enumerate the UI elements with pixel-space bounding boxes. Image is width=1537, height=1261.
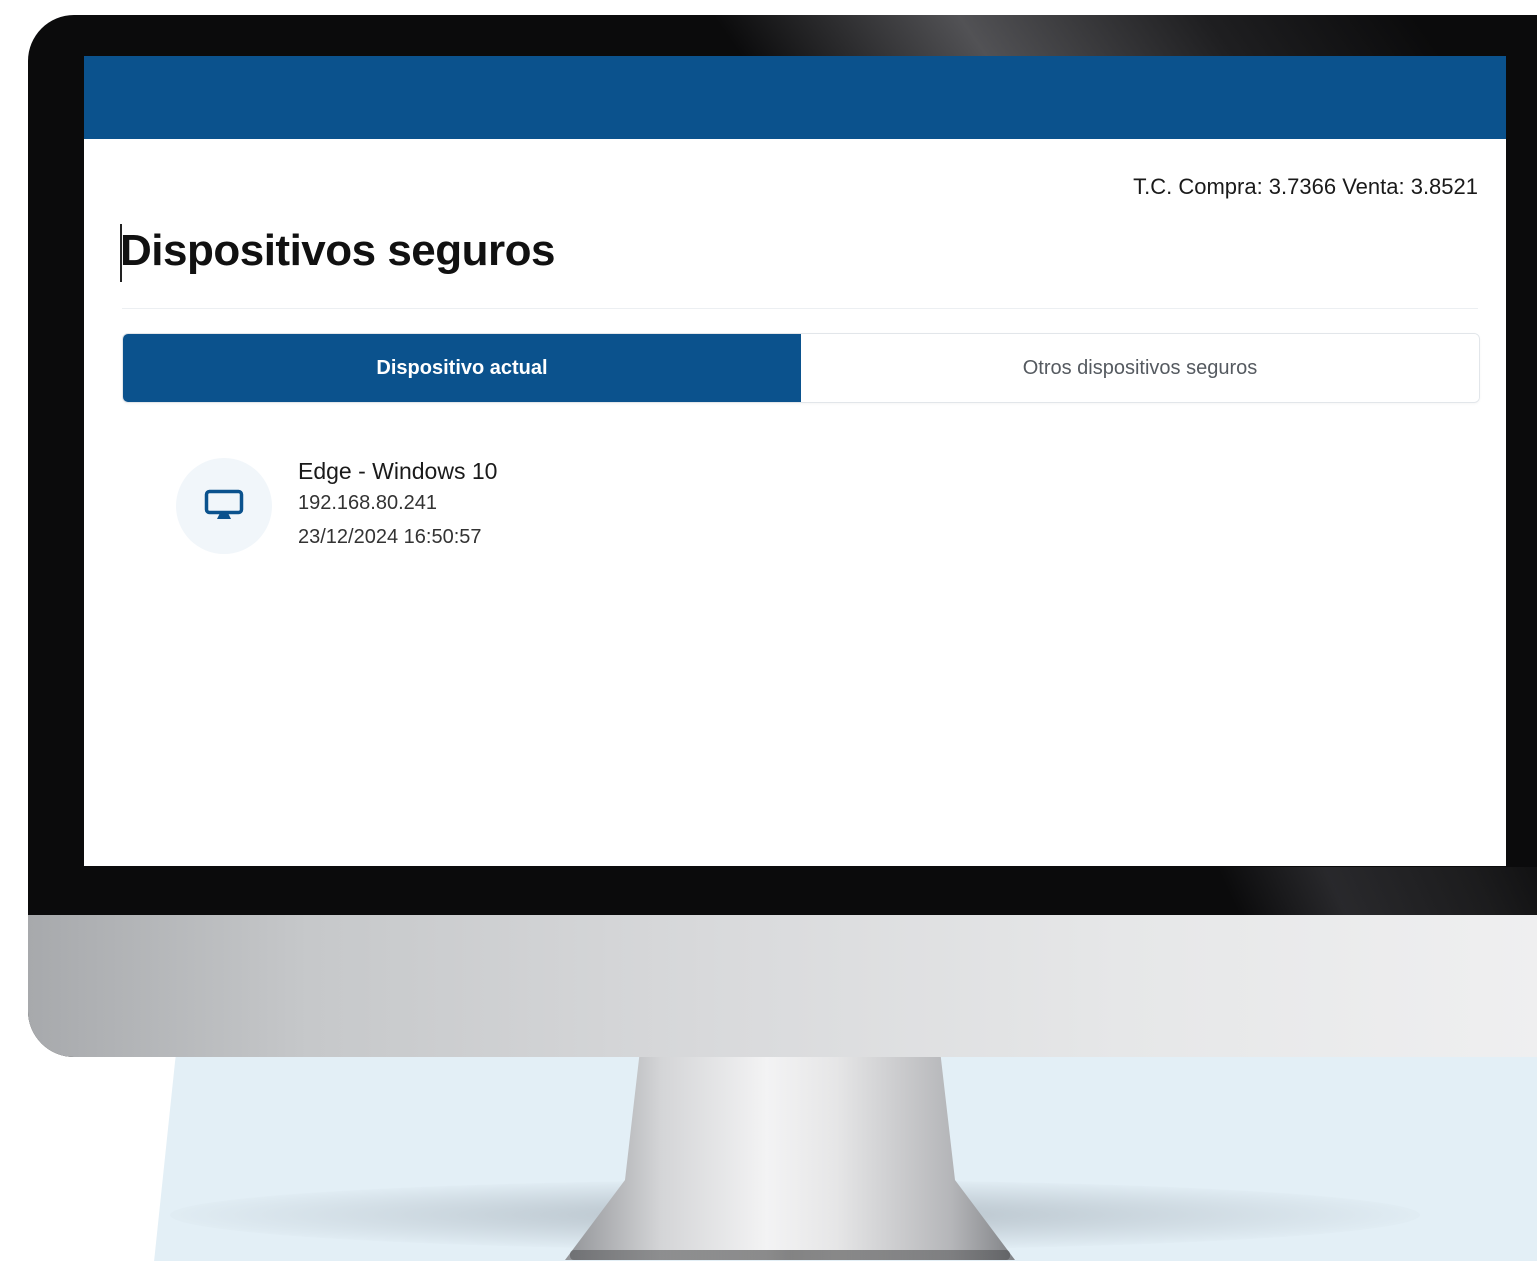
page-title: Dispositivos seguros [120,226,556,275]
device-last-access-date: 23/12/2024 16:50:57 [298,526,482,548]
top-navigation-bar [84,56,1506,139]
device-tabs: Dispositivo actual Otros dispositivos se… [122,333,1480,403]
exchange-rate-text: T.C. Compra: 3.7366 Venta: 3.8521 [1133,174,1478,199]
tab-current-device[interactable]: Dispositivo actual [123,334,801,402]
tab-other-secure-devices[interactable]: Otros dispositivos seguros [801,334,1479,402]
monitor-screen: T.C. Compra: 3.7366 Venta: 3.8521 Dispos… [84,56,1506,866]
device-item: Edge - Windows 10 192.168.80.241 23/12/2… [176,456,497,554]
device-info: Edge - Windows 10 192.168.80.241 23/12/2… [298,456,497,554]
device-icon-circle [176,458,272,554]
device-name: Edge - Windows 10 [298,458,498,484]
monitor-icon [204,489,244,519]
bezel-glare-top [712,15,1444,59]
monitor-chin [28,915,1537,1057]
device-ip-address: 192.168.80.241 [298,492,438,514]
title-divider [122,308,1478,309]
bezel-glare-bottom [1216,867,1537,915]
scene: T.C. Compra: 3.7366 Venta: 3.8521 Dispos… [0,0,1537,1261]
stand-foot-shadow [570,1250,1010,1260]
